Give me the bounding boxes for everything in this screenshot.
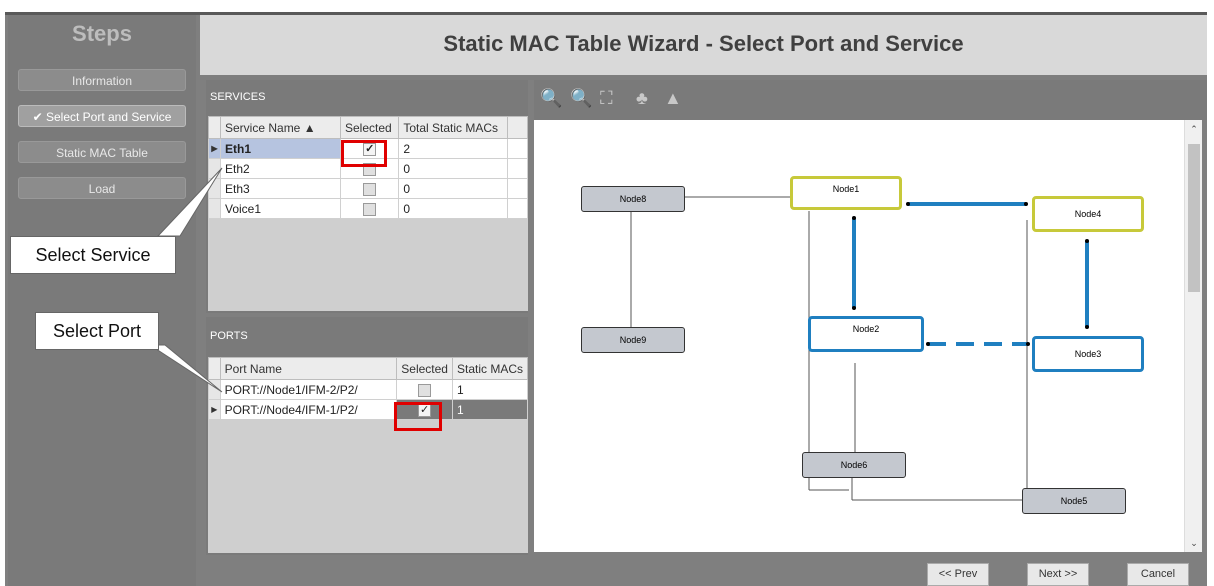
service-selected-cell[interactable] <box>339 198 400 219</box>
col-filler <box>507 116 528 139</box>
col-selected[interactable]: Selected <box>396 357 453 380</box>
port-macs: 1 <box>451 379 529 400</box>
port-name[interactable]: PORT://Node4/IFM-1/P2/ <box>219 399 398 420</box>
cancel-button[interactable]: Cancel <box>1127 563 1189 586</box>
ports-tab[interactable]: PORTS <box>208 321 258 351</box>
scroll-up-icon[interactable]: ⌃ <box>1188 122 1200 136</box>
table-row[interactable]: PORT://Node1/IFM-2/P2/ 1 <box>208 379 529 400</box>
node2-node[interactable]: Node2 <box>808 316 924 352</box>
select-port-callout: Select Port <box>35 312 159 350</box>
col-service-name[interactable]: Service Name ▲ <box>220 116 341 139</box>
service-selection-highlight <box>341 140 387 167</box>
service-total: 2 <box>398 138 508 159</box>
services-tab[interactable]: SERVICES <box>208 82 270 112</box>
step-select-port-and-service[interactable]: ✔ Select Port and Service <box>18 105 186 127</box>
step-static-mac-table[interactable]: Static MAC Table <box>18 141 186 163</box>
col-total-static-macs[interactable]: Total Static MACs <box>398 116 508 139</box>
service-name[interactable]: Eth2 <box>220 158 341 179</box>
diagram-toolbar: 🔍 🔍 ⛶ ♣ ▲ <box>534 80 1207 120</box>
service-name[interactable]: Eth3 <box>220 178 341 199</box>
service-total: 0 <box>398 178 508 199</box>
table-row[interactable]: Voice1 0 <box>208 198 528 219</box>
checkbox-icon[interactable] <box>363 202 377 216</box>
zoom-out-icon[interactable]: 🔍 <box>570 88 592 109</box>
col-static-macs[interactable]: Static MACs <box>451 357 529 380</box>
steps-title: Steps <box>72 21 132 46</box>
scroll-down-icon[interactable]: ⌄ <box>1188 536 1200 550</box>
wizard-header: Static MAC Table Wizard - Select Port an… <box>200 15 1207 75</box>
port-selection-highlight <box>394 402 442 431</box>
fit-to-screen-icon[interactable]: ⛶ <box>600 88 613 109</box>
service-total: 0 <box>398 158 508 179</box>
step-information[interactable]: Information <box>18 69 186 91</box>
row-header-corner <box>208 116 221 139</box>
service-name[interactable]: Eth1 <box>220 138 341 159</box>
step-load[interactable]: Load <box>18 177 186 199</box>
hierarchy-layout-icon[interactable]: ♣ <box>636 88 648 109</box>
node6-node[interactable]: Node6 <box>802 452 906 478</box>
zoom-in-icon[interactable]: 🔍 <box>540 88 562 109</box>
scroll-thumb[interactable] <box>1188 144 1200 292</box>
node5-node[interactable]: Node5 <box>1022 488 1126 514</box>
port-name[interactable]: PORT://Node1/IFM-2/P2/ <box>219 379 398 400</box>
table-row[interactable]: ▶ PORT://Node4/IFM-1/P2/ ✓ 1 <box>208 399 529 420</box>
col-port-name[interactable]: Port Name <box>219 357 398 380</box>
port-macs: 1 <box>451 399 529 420</box>
topology-canvas[interactable]: Node8 Node1 Node4 Node9 Node2 Node3 Node… <box>534 120 1184 552</box>
node3-node[interactable]: Node3 <box>1032 336 1144 372</box>
row-pointer-icon: ▶ <box>208 138 221 159</box>
node8-node[interactable]: Node8 <box>581 186 685 212</box>
page-title: Static MAC Table Wizard - Select Port an… <box>443 31 964 56</box>
vertical-scrollbar[interactable]: ⌃ ⌄ <box>1184 120 1202 552</box>
service-selected-cell[interactable] <box>339 178 400 199</box>
checkbox-icon[interactable] <box>418 383 432 397</box>
node4-node[interactable]: Node4 <box>1032 196 1144 232</box>
prev-button[interactable]: << Prev <box>927 563 989 586</box>
table-row[interactable]: Eth3 0 <box>208 178 528 199</box>
port-selected-cell[interactable] <box>396 379 453 400</box>
checkbox-icon[interactable] <box>363 182 377 196</box>
select-service-callout: Select Service <box>10 236 176 274</box>
next-button[interactable]: Next >> <box>1027 563 1089 586</box>
node1-node[interactable]: Node1 <box>790 176 902 210</box>
ports-grid: Port Name Selected Static MACs PORT://No… <box>208 357 529 553</box>
row-pointer-icon: ▶ <box>208 399 221 420</box>
service-total: 0 <box>398 198 508 219</box>
col-selected[interactable]: Selected <box>339 116 400 139</box>
image-export-icon[interactable]: ▲ <box>664 88 682 109</box>
service-name[interactable]: Voice1 <box>220 198 341 219</box>
node9-node[interactable]: Node9 <box>581 327 685 353</box>
steps-sidebar: Steps <box>8 15 196 586</box>
